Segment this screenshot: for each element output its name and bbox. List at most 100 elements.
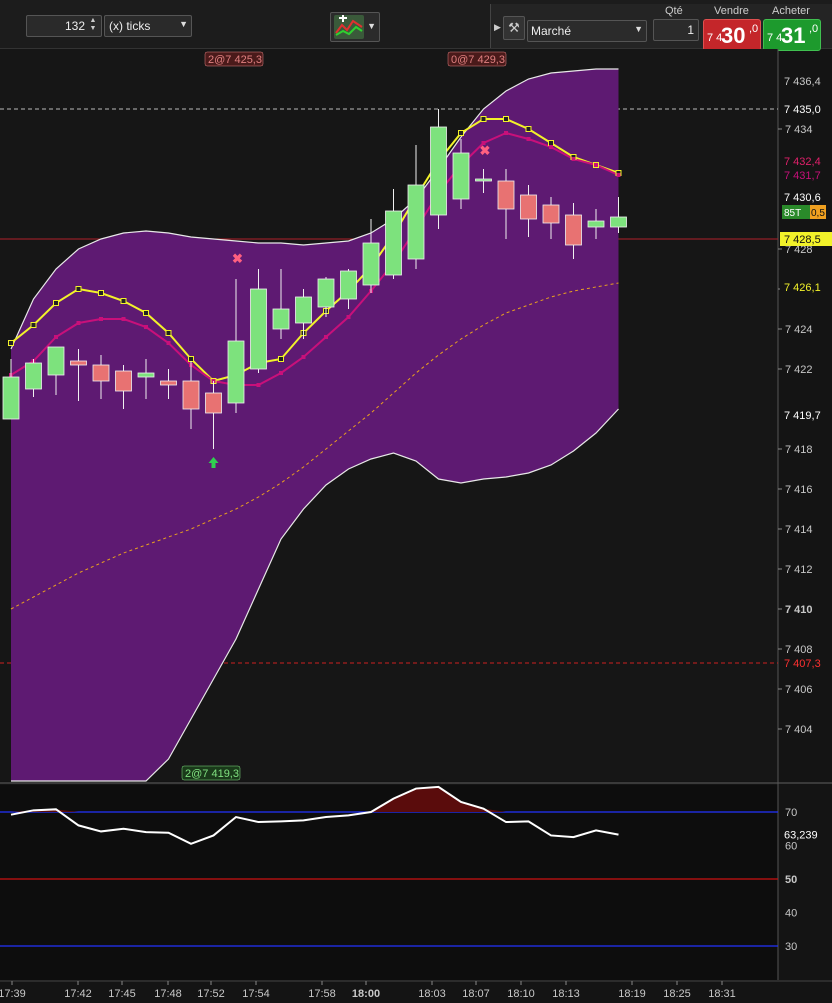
yellow-average-point xyxy=(98,290,104,296)
yellow-average-point xyxy=(278,356,284,362)
up-candle xyxy=(272,308,290,330)
x-tick-label: 17:42 xyxy=(64,988,92,1000)
price-tag-label: 7 431,7 xyxy=(784,170,821,182)
x-tick-label: 18:31 xyxy=(708,988,736,1000)
down-candle xyxy=(115,370,132,392)
up-candle xyxy=(587,220,605,228)
y-tick-label: 7 422 xyxy=(785,364,813,376)
yellow-average-point xyxy=(8,340,14,346)
yellow-average-point xyxy=(188,356,194,362)
down-candle xyxy=(565,214,582,246)
y-tick-label: 7 414 xyxy=(785,524,813,536)
x-tick-label: 17:48 xyxy=(154,988,182,1000)
current-badge-right-label: 0,5 xyxy=(811,208,825,219)
y-tick-label: 7 416 xyxy=(785,484,813,496)
y-tick-label: 7 424 xyxy=(785,324,813,336)
yellow-average-point xyxy=(458,130,464,136)
up-candle xyxy=(25,362,42,390)
rsi-tick-label: 50 xyxy=(785,874,797,886)
yellow-average-point xyxy=(143,310,149,316)
price-tag-label: 7 407,3 xyxy=(784,658,821,670)
price-tag-label: 7 428,5 xyxy=(784,234,821,246)
x-tick-label: 18:25 xyxy=(663,988,691,1000)
yellow-average-point xyxy=(30,322,37,328)
x-tick-label: 17:52 xyxy=(197,988,225,1000)
order-annotation-label: 2@7 419,3 xyxy=(185,768,239,780)
y-tick-label: 7 404 xyxy=(785,724,813,736)
rsi-value-label: 63,239 xyxy=(784,830,818,842)
price-tag-label: 7 432,4 xyxy=(784,156,821,168)
up-candle xyxy=(250,288,267,370)
y-tick-label: 7 412 xyxy=(785,564,813,576)
magenta-average-point xyxy=(594,163,598,167)
x-tick-label: 18:03 xyxy=(418,988,446,1000)
y-tick-label: 7 418 xyxy=(785,444,813,456)
x-tick-label: 18:13 xyxy=(552,988,580,1000)
cross-marker-icon: ✖ xyxy=(232,251,243,266)
x-tick-label: 18:07 xyxy=(462,988,490,1000)
down-candle xyxy=(70,360,87,366)
up-candle xyxy=(362,242,380,286)
price-chart[interactable]: ✖ ✖ 2@7 425,3 0@7 429,3 2@7 419,3 7 434 7 428… xyxy=(0,0,832,1003)
price-tag-label: 7 419,7 xyxy=(784,410,821,422)
up-candle xyxy=(47,346,65,376)
yellow-average-point xyxy=(548,140,554,146)
order-annotation-label: 2@7 425,3 xyxy=(208,54,262,66)
up-candle xyxy=(2,376,20,420)
down-candle xyxy=(160,380,177,386)
x-tick-label: 18:19 xyxy=(618,988,646,1000)
up-candle xyxy=(317,278,335,308)
y-tick-label: 7 408 xyxy=(785,644,813,656)
up-candle xyxy=(475,178,492,182)
yellow-average-point xyxy=(503,116,509,122)
down-candle xyxy=(182,380,200,410)
down-candle xyxy=(497,180,515,210)
up-candle xyxy=(610,216,627,228)
down-candle xyxy=(520,194,537,220)
up-candle xyxy=(295,296,312,324)
x-tick-label: 17:39 xyxy=(0,988,26,1000)
price-tag-label: 7 435,0 xyxy=(784,104,821,116)
up-candle xyxy=(407,184,425,260)
x-tick-label: 17:54 xyxy=(242,988,270,1000)
up-candle xyxy=(137,372,155,378)
magenta-average-point xyxy=(504,131,508,135)
magenta-average-point xyxy=(144,325,148,329)
magenta-average-point xyxy=(256,383,261,387)
rsi-tick-label: 60 xyxy=(785,841,797,853)
magenta-average-point xyxy=(99,317,103,321)
x-tick-label: 18:00 xyxy=(352,988,380,1000)
yellow-average-point xyxy=(525,126,532,132)
magenta-average-point xyxy=(549,145,553,149)
yellow-average-point xyxy=(165,330,172,336)
magenta-average-point xyxy=(301,355,306,359)
yellow-average-point xyxy=(480,116,487,122)
magenta-average-point xyxy=(526,137,531,141)
magenta-average-point xyxy=(54,335,58,339)
magenta-average-point xyxy=(324,335,328,339)
yellow-average-point xyxy=(75,286,82,292)
down-candle xyxy=(92,364,110,382)
x-tick-label: 17:45 xyxy=(108,988,136,1000)
magenta-average-point xyxy=(279,371,283,375)
current-badge-left-label: 85T xyxy=(784,208,801,219)
magenta-average-point xyxy=(166,341,171,345)
price-tag-label: 7 436,4 xyxy=(784,76,821,88)
magenta-average-point xyxy=(571,157,576,161)
rsi-tick-label: 40 xyxy=(785,908,797,920)
price-tag-label: 7 430,6 xyxy=(784,192,821,204)
y-tick-label: 7 406 xyxy=(785,684,813,696)
down-candle xyxy=(205,392,222,414)
rsi-tick-label: 30 xyxy=(785,941,797,953)
x-tick-label: 17:58 xyxy=(308,988,336,1000)
order-annotation-label: 0@7 429,3 xyxy=(451,54,505,66)
magenta-average-point xyxy=(121,317,126,321)
y-tick-label: 7 410 xyxy=(785,604,813,616)
magenta-average-point xyxy=(616,173,621,177)
yellow-average-point xyxy=(120,298,127,304)
yellow-average-point xyxy=(53,300,59,306)
magenta-average-point xyxy=(346,315,351,319)
rsi-pane xyxy=(0,785,778,980)
up-candle xyxy=(227,340,245,404)
y-tick-label: 7 434 xyxy=(785,124,813,136)
